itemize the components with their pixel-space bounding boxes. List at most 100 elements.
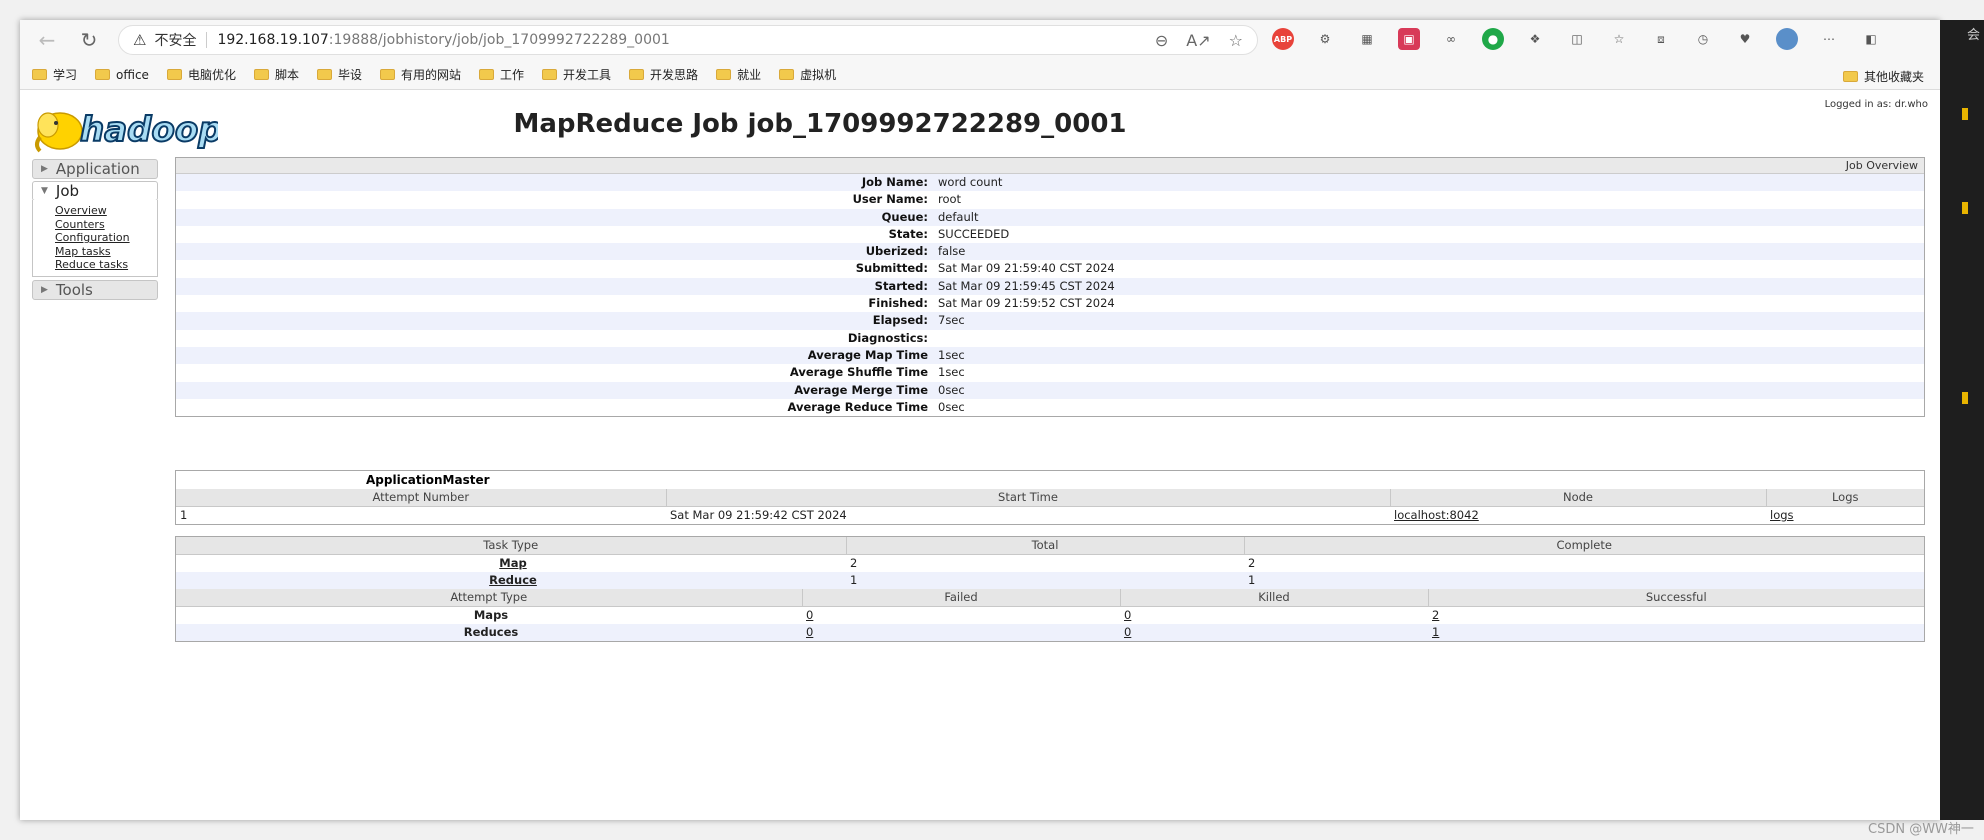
folder-icon [380, 69, 395, 80]
column-header: Killed [1120, 589, 1429, 607]
table-row: Maps 0 0 2 [176, 606, 1924, 624]
table-row: Reduces 0 0 1 [176, 623, 1924, 641]
overview-key: Job Name: [861, 175, 928, 189]
bookmark-item[interactable]: office [95, 68, 149, 82]
favorites-icon[interactable]: ☆ [1608, 28, 1630, 50]
link-extension-icon[interactable]: ∞ [1440, 28, 1462, 50]
nav-application[interactable]: ▶ Application [32, 159, 158, 179]
bookmark-label: 开发工具 [563, 68, 612, 82]
overview-row: Average Map Time 1sec [176, 346, 1924, 365]
application-master-table: Attempt Number Start Time Node Logs 1 Sa… [176, 489, 1924, 524]
bookmark-label: 就业 [737, 68, 762, 82]
collections-icon[interactable]: ⧈ [1650, 28, 1672, 50]
puzzle-extensions-icon[interactable]: ❖ [1524, 28, 1546, 50]
performance-icon[interactable]: ♥ [1734, 28, 1756, 50]
overview-value: 0sec [938, 399, 965, 414]
column-header: Successful [1428, 589, 1924, 607]
attempt-type: Reduces [463, 625, 519, 640]
bookmark-item[interactable]: 开发工具 [542, 66, 611, 83]
address-bar[interactable]: ⚠ 不安全 192.168.19.107:19888/jobhistory/jo… [118, 25, 1258, 55]
favorite-star-icon[interactable]: ☆ [1229, 31, 1243, 50]
column-header: Failed [802, 589, 1121, 607]
more-menu-icon[interactable]: ⋯ [1818, 28, 1840, 50]
overview-row: User Name: root [176, 191, 1924, 208]
bookmark-label: 有用的网站 [401, 68, 462, 82]
profile-avatar[interactable] [1776, 28, 1798, 50]
bookmark-label: 电脑优化 [187, 68, 236, 82]
bookmarks-bar: 学习 office 电脑优化 脚本 毕设 有用的网站 工作 开发工具 开发思路 就业 虚拟机 其他收藏… [20, 60, 1940, 90]
translate-extension-icon[interactable]: ▣ [1398, 28, 1420, 50]
split-screen-icon[interactable]: ◫ [1566, 28, 1588, 50]
column-header: Logs [1766, 489, 1924, 507]
overview-value: false [938, 244, 966, 259]
reload-button[interactable]: ↻ [74, 25, 104, 55]
successful-count-link[interactable]: 1 [1432, 625, 1439, 639]
column-header: Start Time [666, 489, 1391, 507]
overview-value: Sat Mar 09 21:59:52 CST 2024 [938, 296, 1115, 311]
overview-key: Average Map Time [807, 347, 928, 362]
adblock-icon[interactable]: ABP [1272, 28, 1294, 50]
attempt-number: 1 [180, 508, 188, 522]
nav-link-overview[interactable]: Overview [55, 204, 157, 218]
settings-extension-icon[interactable]: ⚙ [1314, 28, 1336, 50]
other-bookmarks-label: 其他收藏夹 [1863, 70, 1924, 84]
nav-job-label: Job [55, 182, 80, 200]
bookmark-item[interactable]: 学习 [32, 66, 77, 83]
bookmark-item[interactable]: 工作 [479, 66, 524, 83]
bookmark-item[interactable]: 有用的网站 [380, 66, 461, 83]
bookmark-item[interactable]: 电脑优化 [166, 66, 236, 83]
extension-badge-icon[interactable]: ▦ [1356, 28, 1378, 50]
bookmark-item[interactable]: 毕设 [316, 66, 362, 83]
overview-key: Submitted: [855, 261, 928, 276]
history-icon[interactable]: ◷ [1692, 28, 1714, 50]
column-header: Task Type [176, 537, 847, 555]
extension-bar: ABP ⚙ ▦ ▣ ∞ ● ❖ ◫ ☆ ⧈ ◷ ♥ ⋯ ◧ [1272, 28, 1882, 50]
bookmark-label: 工作 [500, 68, 525, 82]
nav-link-reduce-tasks[interactable]: Reduce tasks [55, 258, 157, 272]
overview-key: Queue: [881, 209, 928, 224]
back-button[interactable]: ← [32, 25, 62, 55]
task-type-link[interactable]: Map [499, 556, 526, 570]
task-type-link[interactable]: Reduce [489, 573, 537, 587]
attempt-type: Maps [473, 608, 509, 622]
strip-marker [1962, 202, 1968, 214]
nav-job[interactable]: ▼ Job [32, 181, 158, 201]
overview-row: Submitted: Sat Mar 09 21:59:40 CST 2024 [176, 260, 1924, 277]
nav-link-map-tasks[interactable]: Map tasks [55, 245, 157, 259]
killed-count-link[interactable]: 0 [1124, 608, 1131, 622]
folder-icon [479, 69, 495, 80]
overview-row: Finished: Sat Mar 09 21:59:52 CST 2024 [176, 295, 1924, 312]
job-overview-panel: Job Overview Job Name: word count User Nam… [175, 157, 1925, 418]
column-header: Attempt Type [176, 589, 803, 607]
table-header-row: Attempt Number Start Time Node Logs [176, 489, 1924, 507]
left-nav: ▶ Application ▼ Job Overview Counters Conf… [32, 159, 158, 302]
successful-count-link[interactable]: 2 [1432, 608, 1439, 622]
folder-icon [32, 69, 47, 80]
nav-tools[interactable]: ▶ Tools [32, 279, 158, 300]
logs-link[interactable]: logs [1770, 508, 1794, 522]
nav-application-label: Application [55, 160, 140, 178]
folder-icon [253, 69, 269, 80]
page-title: MapReduce Job job_1709992722289_0001 [513, 109, 1127, 139]
failed-count-link[interactable]: 0 [806, 625, 813, 639]
zoom-icon[interactable]: ⊖ [1155, 31, 1168, 50]
task-total: 1 [850, 573, 858, 588]
killed-count-link[interactable]: 0 [1124, 625, 1131, 639]
nav-link-counters[interactable]: Counters [55, 218, 157, 232]
task-summary-table: Task Type Total Complete Map 2 2 Reduce 1 1 [176, 537, 1924, 589]
other-bookmarks[interactable]: 其他收藏夹 [1842, 68, 1924, 85]
bookmark-item[interactable]: 虚拟机 [779, 66, 836, 83]
bookmark-item[interactable]: 开发思路 [629, 66, 698, 83]
nav-link-configuration[interactable]: Configuration [55, 231, 157, 245]
bookmark-item[interactable]: 脚本 [253, 66, 299, 83]
node-link[interactable]: localhost:8042 [1394, 508, 1479, 522]
security-label: 不安全 [154, 33, 197, 49]
column-header: Node [1390, 489, 1767, 507]
overview-value: 1sec [938, 347, 965, 362]
sidebar-toggle-icon[interactable]: ◧ [1860, 28, 1882, 50]
read-aloud-icon[interactable]: A↗ [1186, 31, 1210, 50]
bookmark-item[interactable]: 就业 [716, 66, 761, 83]
overview-key: Average Reduce Time [787, 399, 928, 414]
green-extension-icon[interactable]: ● [1482, 28, 1504, 50]
failed-count-link[interactable]: 0 [806, 608, 813, 622]
